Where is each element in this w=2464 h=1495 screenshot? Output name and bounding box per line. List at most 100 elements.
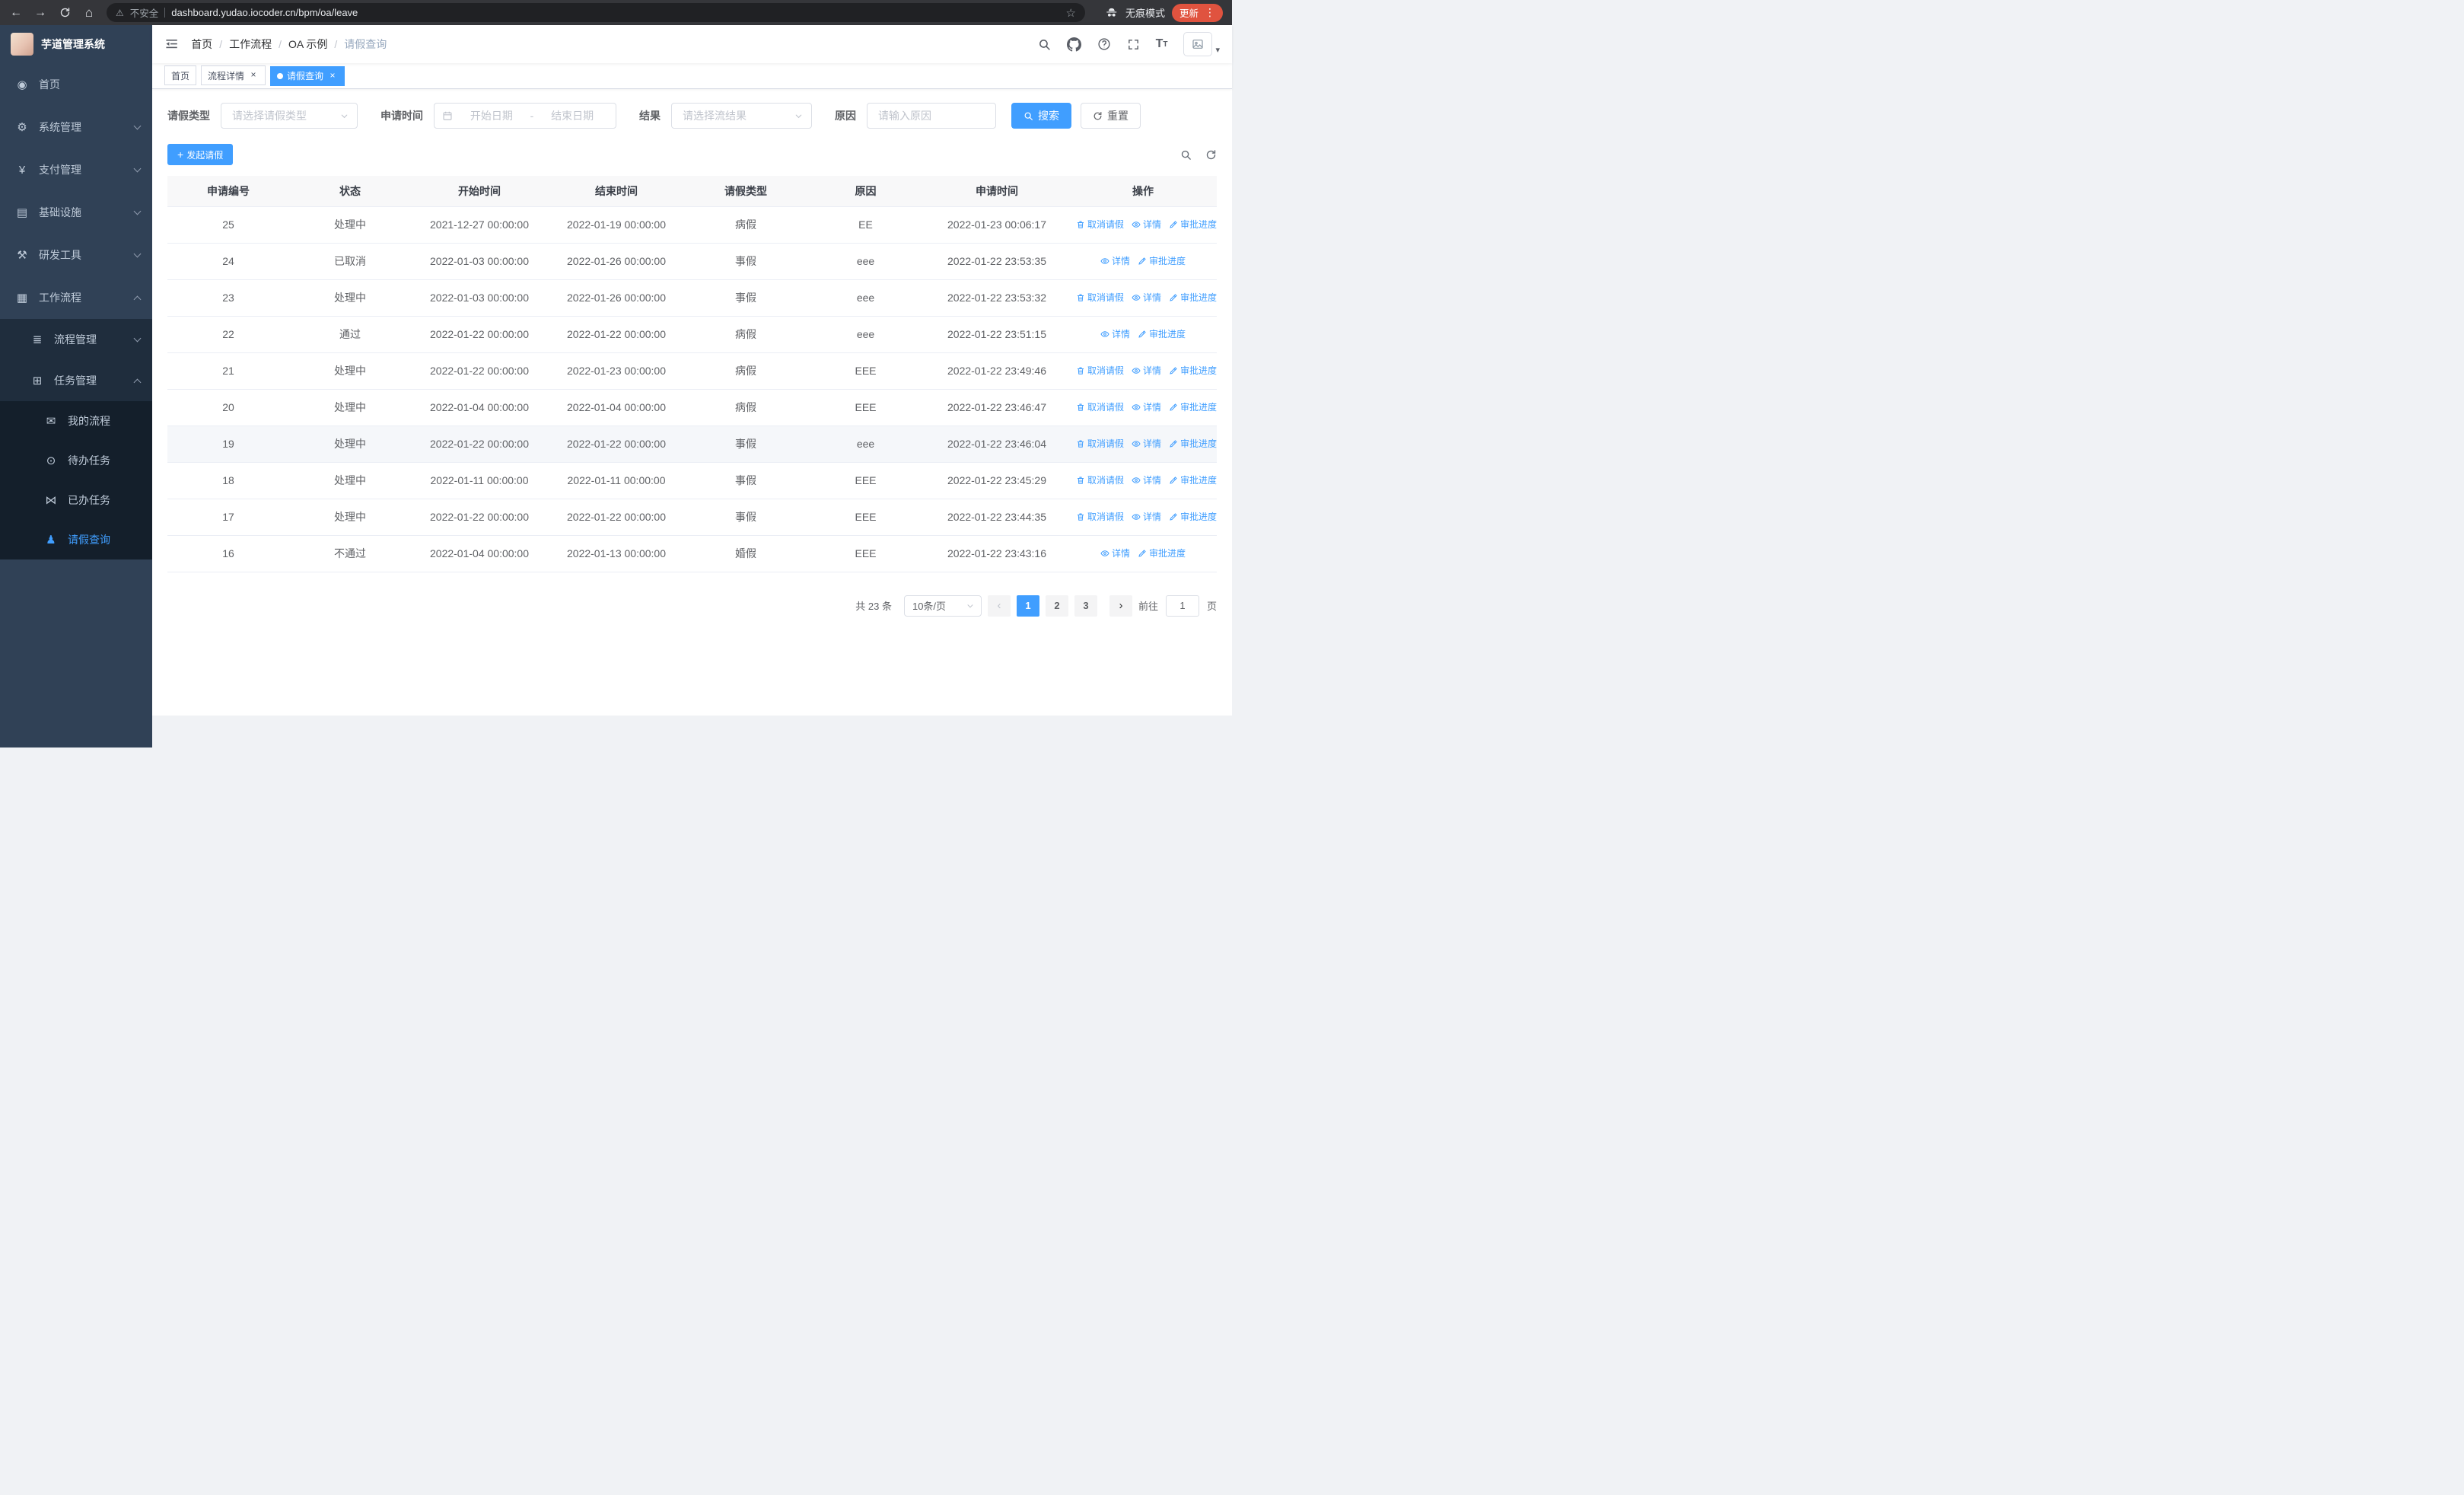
approval-progress-link[interactable]: 审批进度 <box>1138 254 1186 267</box>
font-size-icon[interactable]: TT <box>1156 37 1168 51</box>
browser-back-button[interactable]: ← <box>9 0 23 25</box>
sidebar-item-done-tasks[interactable]: ⋈ 已办任务 <box>0 480 152 520</box>
detail-link[interactable]: 详情 <box>1132 364 1161 377</box>
sidebar-item-system[interactable]: ⚙ 系统管理 <box>0 106 152 148</box>
detail-link[interactable]: 详情 <box>1132 473 1161 486</box>
cell-id: 17 <box>167 499 289 536</box>
sidebar-item-payment[interactable]: ¥ 支付管理 <box>0 148 152 191</box>
detail-link[interactable]: 详情 <box>1132 510 1161 523</box>
browser-home-button[interactable]: ⌂ <box>82 0 96 25</box>
sidebar-item-leave-query[interactable]: ♟ 请假查询 <box>0 520 152 559</box>
approval-progress-link[interactable]: 审批进度 <box>1169 400 1217 413</box>
prev-page-button[interactable]: ‹ <box>987 594 1011 617</box>
create-leave-button[interactable]: + 发起请假 <box>167 144 234 165</box>
reason-input[interactable] <box>867 103 996 129</box>
tab-item-2[interactable]: 请假查询 × <box>270 65 345 86</box>
sidebar-item-workflow[interactable]: ▦ 工作流程 <box>0 276 152 319</box>
cancel-leave-link[interactable]: 取消请假 <box>1076 364 1124 377</box>
refresh-table-icon[interactable] <box>1205 149 1217 161</box>
page-button-3[interactable]: 3 <box>1074 594 1097 617</box>
sidebar-item-todo-tasks[interactable]: ⊙ 待办任务 <box>0 441 152 480</box>
app-logo[interactable]: 芋道管理系统 <box>0 25 152 63</box>
chevron-up-icon <box>133 378 142 387</box>
app-frame: 芋道管理系统 ◉ 首页 ⚙ 系统管理 ¥ 支付管理 ▤ 基础设施 ⚒ 研发工具 ▦ 工作流程 ≣ 流程管理… <box>0 25 1232 748</box>
breadcrumb-item[interactable]: 首页 <box>191 37 212 52</box>
browser-menu-icon[interactable]: ⋮ <box>1205 6 1215 19</box>
breadcrumb-item[interactable]: 工作流程 <box>229 37 272 52</box>
approval-progress-link[interactable]: 审批进度 <box>1169 364 1217 377</box>
next-page-button[interactable]: › <box>1109 594 1132 617</box>
detail-link[interactable]: 详情 <box>1132 437 1161 450</box>
sidebar-item-devtools[interactable]: ⚒ 研发工具 <box>0 234 152 276</box>
detail-link[interactable]: 详情 <box>1132 400 1161 413</box>
cell-end-time: 2022-01-22 00:00:00 <box>548 426 685 463</box>
page-button-1[interactable]: 1 <box>1016 594 1039 617</box>
chevron-down-icon <box>339 111 349 121</box>
approval-progress-link[interactable]: 审批进度 <box>1169 291 1217 304</box>
goto-page-input[interactable] <box>1165 594 1199 617</box>
table-row: 25 处理中 2021-12-27 00:00:00 2022-01-19 00:00… <box>167 206 1217 244</box>
column-header: 请假类型 <box>685 176 807 207</box>
detail-link[interactable]: 详情 <box>1100 547 1130 559</box>
sidebar-item-infrastructure[interactable]: ▤ 基础设施 <box>0 191 152 234</box>
approval-progress-link[interactable]: 审批进度 <box>1138 547 1186 559</box>
avatar-box <box>1183 32 1213 56</box>
leave-type-label: 请假类型 <box>167 110 210 122</box>
cancel-leave-link[interactable]: 取消请假 <box>1076 510 1124 523</box>
detail-link[interactable]: 详情 <box>1132 291 1161 304</box>
breadcrumb-item[interactable]: OA 示例 <box>288 37 327 52</box>
cancel-leave-link[interactable]: 取消请假 <box>1076 400 1124 413</box>
cell-apply-time: 2022-01-22 23:49:46 <box>925 352 1069 390</box>
sidebar-toggle-button[interactable] <box>164 37 179 51</box>
security-label: 不安全 <box>129 8 159 19</box>
apply-time-range-picker[interactable]: 开始日期 - 结束日期 <box>434 103 616 129</box>
github-icon[interactable] <box>1066 37 1081 52</box>
help-icon[interactable] <box>1097 37 1111 51</box>
approval-progress-link[interactable]: 审批进度 <box>1169 218 1217 231</box>
browser-update-button[interactable]: 更新 ⋮ <box>1171 3 1223 22</box>
tab-item-0[interactable]: 首页 <box>164 65 197 86</box>
reset-button[interactable]: 重置 <box>1081 103 1141 129</box>
sidebar-item-my-process[interactable]: ✉ 我的流程 <box>0 401 152 441</box>
approval-progress-link[interactable]: 审批进度 <box>1169 437 1217 450</box>
close-icon[interactable]: × <box>327 70 338 81</box>
top-navbar: 首页 / 工作流程 / OA 示例 / 请假查询 TT ▾ <box>152 25 1232 63</box>
cell-actions: 详情 审批进度 <box>1069 243 1217 280</box>
page-size-select[interactable]: 10条/页 <box>903 594 982 617</box>
sidebar-item-home[interactable]: ◉ 首页 <box>0 63 152 106</box>
approval-progress-link[interactable]: 审批进度 <box>1138 327 1186 340</box>
tab-item-1[interactable]: 流程详情 × <box>201 65 266 86</box>
cancel-leave-link[interactable]: 取消请假 <box>1076 473 1124 486</box>
cell-reason: EEE <box>807 352 925 390</box>
detail-link[interactable]: 详情 <box>1132 218 1161 231</box>
toggle-search-icon[interactable] <box>1180 149 1192 161</box>
address-bar[interactable]: ⚠ 不安全 dashboard.yudao.iocoder.cn/bpm/oa/… <box>107 3 1085 22</box>
reason-label: 原因 <box>835 110 856 122</box>
cancel-leave-link[interactable]: 取消请假 <box>1076 437 1124 450</box>
user-avatar[interactable]: ▾ <box>1183 32 1220 56</box>
tab-label: 首页 <box>171 70 190 81</box>
browser-refresh-button[interactable] <box>58 7 72 18</box>
detail-link[interactable]: 详情 <box>1100 254 1130 267</box>
leave-type-select[interactable]: 请选择请假类型 <box>221 103 358 129</box>
result-select[interactable]: 请选择流结果 <box>671 103 812 129</box>
browser-forward-button[interactable]: → <box>33 0 47 25</box>
close-icon[interactable]: × <box>248 70 259 81</box>
cancel-leave-link[interactable]: 取消请假 <box>1076 218 1124 231</box>
sidebar-item-task-mgmt[interactable]: ⊞ 任务管理 <box>0 360 152 401</box>
detail-link[interactable]: 详情 <box>1100 327 1130 340</box>
chevron-down-icon <box>133 334 142 342</box>
search-button[interactable]: 搜索 <box>1011 103 1071 129</box>
sidebar-item-process-mgmt[interactable]: ≣ 流程管理 <box>0 319 152 360</box>
approval-progress-link[interactable]: 审批进度 <box>1169 473 1217 486</box>
cell-actions: 取消请假 详情 审批进度 <box>1069 352 1217 390</box>
cell-actions: 取消请假 详情 审批进度 <box>1069 499 1217 536</box>
page-button-2[interactable]: 2 <box>1045 594 1068 617</box>
bookmark-star-icon[interactable]: ☆ <box>1066 6 1076 20</box>
search-icon[interactable] <box>1038 38 1051 51</box>
fullscreen-icon[interactable] <box>1127 38 1140 51</box>
table-header-row: 申请编号 状态 开始时间 结束时间 请假类型 原因 申请时间 操作 <box>167 176 1217 207</box>
approval-progress-link[interactable]: 审批进度 <box>1169 510 1217 523</box>
cell-id: 21 <box>167 352 289 390</box>
cancel-leave-link[interactable]: 取消请假 <box>1076 291 1124 304</box>
